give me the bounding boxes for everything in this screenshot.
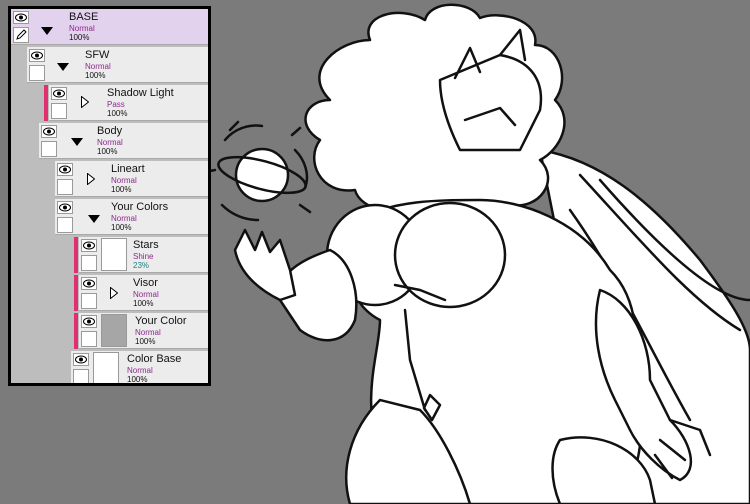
layer-edit-toggle[interactable] (57, 179, 73, 195)
layer-opacity: 100% (111, 223, 132, 232)
layer-your-colors[interactable]: Your Colors Normal 100% (55, 199, 208, 235)
layer-opacity: 100% (97, 147, 118, 156)
eye-icon (31, 51, 43, 60)
clipping-indicator (44, 85, 48, 121)
eye-icon (59, 203, 71, 212)
visibility-toggle[interactable] (81, 315, 97, 328)
artwork-hand (233, 228, 297, 302)
folder-expanded-icon[interactable] (88, 215, 100, 223)
visibility-toggle[interactable] (73, 353, 89, 366)
layer-shadow-light[interactable]: Shadow Light Pass 100% (44, 85, 208, 121)
clipping-indicator (74, 313, 78, 349)
layer-name: BASE (69, 11, 99, 23)
layer-name: Visor (133, 277, 158, 289)
layer-blend-mode: Normal (111, 214, 137, 223)
layer-blend-mode: Normal (69, 24, 95, 33)
layer-base[interactable]: BASE Normal 100% (11, 9, 208, 45)
layer-blend-mode: Normal (135, 328, 161, 337)
layer-opacity: 100% (85, 71, 106, 80)
folder-collapsed-icon[interactable] (87, 173, 95, 185)
layer-opacity: 23% (133, 261, 150, 270)
artwork-orb (203, 120, 312, 222)
visibility-toggle[interactable] (13, 11, 29, 24)
layer-lineart[interactable]: Lineart Normal 100% (55, 161, 208, 197)
layer-thumbnail (101, 238, 127, 271)
layer-name: Your Colors (111, 201, 169, 213)
layer-opacity: 100% (107, 109, 128, 118)
layer-edit-toggle[interactable] (81, 255, 97, 271)
layer-blend-mode: Shine (133, 252, 154, 261)
layer-name: Stars (133, 239, 159, 251)
visibility-toggle[interactable] (41, 125, 57, 138)
layer-blend-mode: Normal (111, 176, 137, 185)
eye-icon (83, 317, 95, 326)
layer-name: Lineart (111, 163, 145, 175)
eye-icon (53, 89, 65, 98)
folder-expanded-icon[interactable] (57, 63, 69, 71)
layer-edit-toggle[interactable] (81, 331, 97, 347)
layer-opacity: 100% (133, 299, 154, 308)
layer-color-base[interactable]: Color Base Normal 100% (71, 351, 208, 384)
layer-opacity: 100% (127, 375, 148, 384)
artwork-chest-right (393, 201, 507, 309)
layer-blend-mode: Pass (107, 100, 125, 109)
layer-blend-mode: Normal (97, 138, 123, 147)
visibility-toggle[interactable] (81, 239, 97, 252)
layer-blend-mode: Normal (85, 62, 111, 71)
layer-name: Body (97, 125, 123, 137)
layer-name: SFW (85, 49, 110, 61)
visibility-toggle[interactable] (81, 277, 97, 290)
layer-thumbnail (101, 314, 127, 347)
folder-expanded-icon[interactable] (41, 27, 53, 35)
pencil-icon (16, 29, 27, 40)
eye-icon (43, 127, 55, 136)
layer-name: Color Base (127, 353, 182, 365)
clipping-indicator (74, 275, 78, 311)
layer-thumbnail (93, 352, 119, 383)
visibility-toggle[interactable] (29, 49, 45, 62)
layer-opacity: 100% (69, 33, 90, 42)
eye-icon (83, 241, 95, 250)
eye-icon (75, 355, 87, 364)
layer-body[interactable]: Body Normal 100% (39, 123, 208, 159)
layer-edit-toggle[interactable] (29, 65, 45, 81)
layer-edit-toggle[interactable] (73, 369, 89, 383)
layer-blend-mode: Normal (133, 290, 159, 299)
eye-icon (15, 13, 27, 22)
layers-panel[interactable]: BASE Normal 100% SFW Normal 100% Shadow … (8, 6, 211, 386)
layer-sfw[interactable]: SFW Normal 100% (27, 47, 208, 83)
layer-edit-toggle[interactable] (51, 103, 67, 119)
layer-name: Shadow Light (107, 87, 174, 99)
eye-icon (59, 165, 71, 174)
layer-visor[interactable]: Visor Normal 100% (74, 275, 208, 311)
clipping-indicator (74, 237, 78, 273)
visibility-toggle[interactable] (57, 163, 73, 176)
layer-your-color[interactable]: Your Color Normal 100% (74, 313, 208, 349)
layer-edit-toggle[interactable] (81, 293, 97, 309)
folder-expanded-icon[interactable] (71, 138, 83, 146)
visibility-toggle[interactable] (51, 87, 67, 100)
layer-opacity: 100% (135, 337, 156, 346)
visibility-toggle[interactable] (57, 201, 73, 214)
eye-icon (83, 279, 95, 288)
layer-edit-toggle[interactable] (41, 141, 57, 157)
layer-name: Your Color (135, 315, 187, 327)
layer-edit-toggle[interactable] (57, 217, 73, 233)
layer-opacity: 100% (111, 185, 132, 194)
folder-collapsed-icon[interactable] (110, 287, 118, 299)
folder-collapsed-icon[interactable] (81, 96, 89, 108)
layer-edit-toggle[interactable] (13, 27, 29, 43)
layer-stars[interactable]: Stars Shine 23% (74, 237, 208, 273)
layer-blend-mode: Normal (127, 366, 153, 375)
